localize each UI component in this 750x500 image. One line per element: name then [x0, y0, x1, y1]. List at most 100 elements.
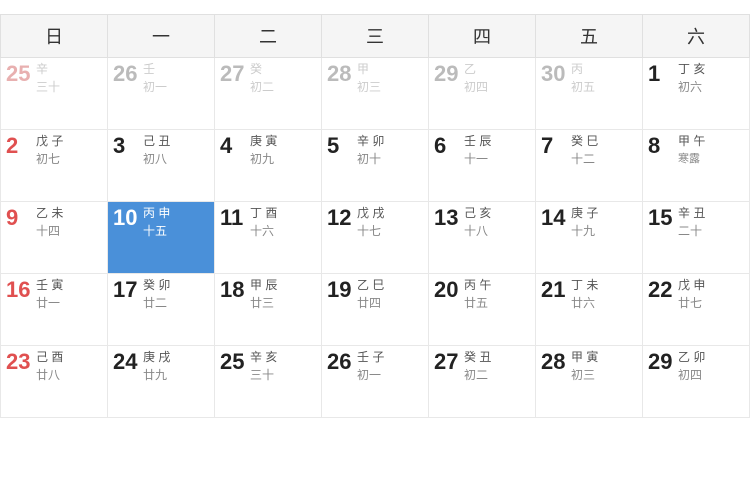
calendar-cell[interactable]: 25辛 亥三十	[215, 346, 322, 418]
lunar-day: 初四	[678, 368, 705, 384]
lunar-day: 三十	[36, 80, 60, 96]
day-number: 27	[220, 62, 248, 86]
calendar-cell[interactable]: 30丙初五	[536, 58, 643, 130]
lunar-day: 十一	[464, 152, 491, 168]
calendar-cell[interactable]: 11丁 酉十六	[215, 202, 322, 274]
day-number: 19	[327, 278, 355, 302]
day-number: 23	[6, 350, 34, 374]
calendar-cell[interactable]: 26壬 子初一	[322, 346, 429, 418]
day-number: 22	[648, 278, 676, 302]
calendar-cell[interactable]: 28甲 寅初三	[536, 346, 643, 418]
calendar-header	[0, 0, 750, 14]
lunar-day: 初一	[357, 368, 384, 384]
calendar-cell[interactable]: 16壬 寅廿一	[1, 274, 108, 346]
lunar-day: 二十	[678, 224, 705, 240]
calendar-cell[interactable]: 29乙初四	[429, 58, 536, 130]
calendar-cell[interactable]: 9乙 未十四	[1, 202, 108, 274]
heavenly-stem: 戊 戌	[357, 206, 384, 222]
weekday-header-0: 日	[1, 15, 108, 58]
calendar-cell[interactable]: 8甲 午寒露	[643, 130, 750, 202]
lunar-day: 初二	[250, 80, 274, 96]
day-number: 25	[220, 350, 248, 374]
heavenly-stem: 辛 亥	[250, 350, 277, 366]
calendar-cell[interactable]: 15辛 丑二十	[643, 202, 750, 274]
calendar-cell[interactable]: 14庚 子十九	[536, 202, 643, 274]
lunar-day: 初三	[571, 368, 598, 384]
calendar-cell[interactable]: 3己 丑初八	[108, 130, 215, 202]
calendar-cell[interactable]: 27癸初二	[215, 58, 322, 130]
calendar-cell[interactable]: 24庚 戌廿九	[108, 346, 215, 418]
calendar-cell[interactable]: 23己 酉廿八	[1, 346, 108, 418]
calendar-cell[interactable]: 20丙 午廿五	[429, 274, 536, 346]
day-number: 14	[541, 206, 569, 230]
lunar-day: 十七	[357, 224, 384, 240]
day-number: 1	[648, 62, 676, 86]
lunar-day: 十四	[36, 224, 63, 240]
calendar-cell[interactable]: 7癸 巳十二	[536, 130, 643, 202]
calendar-cell[interactable]: 28甲初三	[322, 58, 429, 130]
heavenly-stem: 丙 午	[464, 278, 491, 294]
calendar-cell[interactable]: 21丁 未廿六	[536, 274, 643, 346]
heavenly-stem: 壬 子	[357, 350, 384, 366]
lunar-day: 廿七	[678, 296, 705, 312]
heavenly-stem: 丁 亥	[678, 62, 705, 78]
lunar-day: 十二	[571, 152, 598, 168]
calendar-cell[interactable]: 29乙 卯初四	[643, 346, 750, 418]
calendar-cell[interactable]: 10丙 申十五	[108, 202, 215, 274]
week-row-2: 9乙 未十四10丙 申十五11丁 酉十六12戊 戌十七13己 亥十八14庚 子十…	[1, 202, 750, 274]
calendar-cell[interactable]: 18甲 辰廿三	[215, 274, 322, 346]
heavenly-stem: 癸 巳	[571, 134, 598, 150]
day-number: 7	[541, 134, 569, 158]
calendar-cell[interactable]: 19乙 巳廿四	[322, 274, 429, 346]
calendar-cell[interactable]: 26壬初一	[108, 58, 215, 130]
heavenly-stem: 癸	[250, 62, 274, 78]
weekday-header-3: 三	[322, 15, 429, 58]
day-number: 21	[541, 278, 569, 302]
heavenly-stem: 丁 酉	[250, 206, 277, 222]
day-number: 5	[327, 134, 355, 158]
lunar-day: 寒露	[678, 152, 705, 166]
calendar-cell[interactable]: 5辛 卯初十	[322, 130, 429, 202]
day-number: 27	[434, 350, 462, 374]
day-number: 9	[6, 206, 34, 230]
lunar-day: 廿一	[36, 296, 63, 312]
lunar-day: 廿二	[143, 296, 170, 312]
calendar-cell[interactable]: 22戊 申廿七	[643, 274, 750, 346]
heavenly-stem: 甲	[357, 62, 381, 78]
week-row-3: 16壬 寅廿一17癸 卯廿二18甲 辰廿三19乙 巳廿四20丙 午廿五21丁 未…	[1, 274, 750, 346]
lunar-day: 初九	[250, 152, 277, 168]
calendar-cell[interactable]: 27癸 丑初二	[429, 346, 536, 418]
day-number: 18	[220, 278, 248, 302]
day-number: 6	[434, 134, 462, 158]
lunar-day: 廿九	[143, 368, 170, 384]
heavenly-stem: 丙 申	[143, 206, 170, 222]
calendar-cell[interactable]: 4庚 寅初九	[215, 130, 322, 202]
day-number: 28	[541, 350, 569, 374]
lunar-day: 廿八	[36, 368, 63, 384]
day-number: 29	[434, 62, 462, 86]
calendar-cell[interactable]: 2戊 子初七	[1, 130, 108, 202]
calendar-cell[interactable]: 1丁 亥初六	[643, 58, 750, 130]
day-number: 3	[113, 134, 141, 158]
weekday-header-2: 二	[215, 15, 322, 58]
weekday-header-1: 一	[108, 15, 215, 58]
lunar-day: 廿三	[250, 296, 277, 312]
day-number: 20	[434, 278, 462, 302]
heavenly-stem: 壬 辰	[464, 134, 491, 150]
weekday-header-6: 六	[643, 15, 750, 58]
lunar-day: 十六	[250, 224, 277, 240]
calendar-cell[interactable]: 17癸 卯廿二	[108, 274, 215, 346]
calendar-cell[interactable]: 12戊 戌十七	[322, 202, 429, 274]
calendar-cell[interactable]: 6壬 辰十一	[429, 130, 536, 202]
calendar-cell[interactable]: 13己 亥十八	[429, 202, 536, 274]
lunar-day: 初一	[143, 80, 167, 96]
day-number: 26	[113, 62, 141, 86]
heavenly-stem: 己 亥	[464, 206, 491, 222]
day-number: 26	[327, 350, 355, 374]
calendar-cell[interactable]: 25辛三十	[1, 58, 108, 130]
day-number: 12	[327, 206, 355, 230]
weekday-header-5: 五	[536, 15, 643, 58]
lunar-day: 初五	[571, 80, 595, 96]
lunar-day: 初二	[464, 368, 491, 384]
day-number: 17	[113, 278, 141, 302]
